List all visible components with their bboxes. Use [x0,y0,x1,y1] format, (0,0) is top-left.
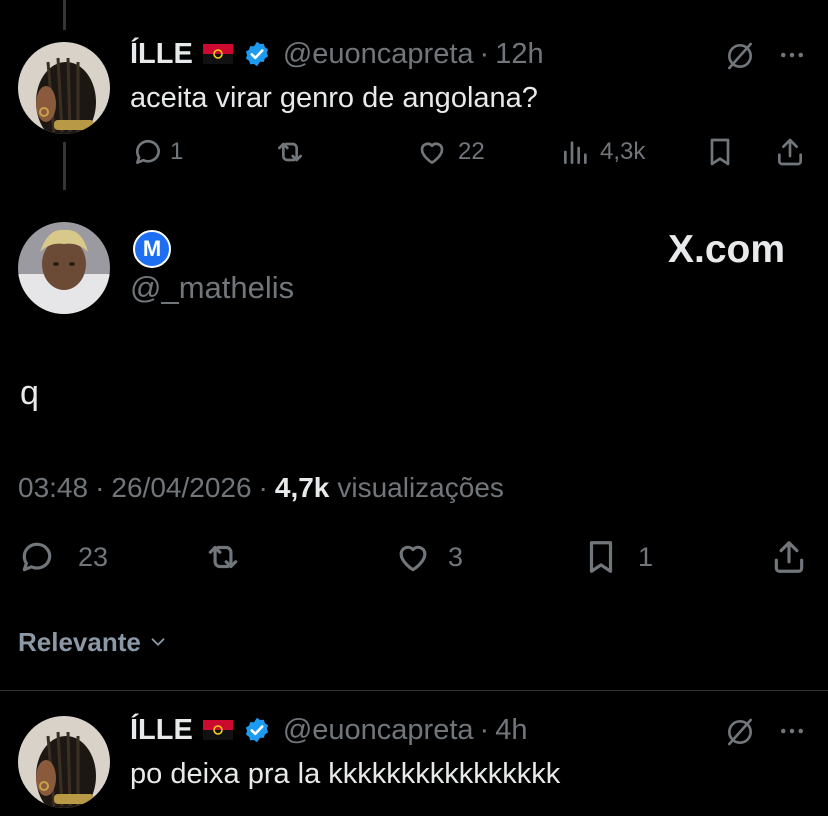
divider [0,690,828,691]
retweet-button[interactable] [204,538,242,576]
account-badge: M [133,230,171,268]
angola-flag-icon [202,720,233,740]
share-button[interactable] [770,538,808,576]
bookmark-button[interactable] [704,136,736,168]
verified-icon [245,717,268,743]
avatar-image [18,42,110,134]
chevron-down-icon [151,638,165,646]
views-button[interactable]: 4,3k [560,136,645,168]
separator-dot: · [479,713,490,746]
views-count: 4,3k [600,138,646,165]
tweet-time[interactable]: 03:48 [18,472,88,504]
author-name[interactable]: ÍLLE [130,38,193,71]
like-icon [420,142,444,164]
author-handle[interactable]: @euoncapreta [283,38,474,71]
sort-dropdown[interactable]: Relevante [18,624,169,660]
more-icon[interactable] [776,40,808,70]
angola-flag-icon [202,44,233,64]
avatar[interactable] [18,716,110,808]
tweet-text: po deixa pra la kkkkkkkkkkkkkkkk [130,758,561,790]
tweet-time[interactable]: 4h [495,714,527,747]
retweet-icon [278,142,302,162]
tweet-text: aceita virar genro de angolana? [130,82,538,114]
like-icon [399,545,427,572]
reply-count: 23 [78,541,109,572]
bookmark-icon [589,541,613,573]
bookmark-count: 1 [638,541,654,572]
avatar-image [18,222,110,314]
thread-line-bottom [63,142,66,190]
author-name[interactable]: ÍLLE [130,714,193,747]
reply-button[interactable]: 23 [18,538,108,576]
badge-letter: M [142,236,162,261]
like-button[interactable]: 22 [416,136,485,168]
separator-dot: · [479,37,490,70]
grok-icon[interactable] [722,716,758,748]
separator-dot: · [95,472,105,503]
x-com-watermark: X.com [668,228,786,271]
avatar-image [18,716,110,808]
tweet1-header: ÍLLE @euoncapreta · 12h [130,36,544,72]
reply-count: 1 [170,138,184,165]
reply-icon [135,139,160,164]
bookmark-button[interactable]: 1 [582,538,653,576]
avatar[interactable] [18,42,110,134]
views-icon [564,141,587,164]
tweet-date[interactable]: 26/04/2026 [111,472,251,504]
author-handle[interactable]: @euoncapreta [283,714,474,747]
like-count: 3 [448,541,464,572]
views-label: visualizações [337,472,504,503]
tweet-time[interactable]: 12h [495,38,543,71]
main-handle[interactable]: @_mathelis [130,270,294,306]
share-button[interactable] [774,136,806,168]
verified-icon [245,41,268,67]
tweet2-header: ÍLLE @euoncapreta · 4h [130,712,527,748]
like-count: 22 [458,138,485,165]
bookmark-icon [710,138,730,166]
reply-icon [22,542,52,572]
retweet-icon [208,545,238,569]
main-tweet-text: q [20,374,39,412]
separator-dot: · [258,472,268,503]
like-button[interactable]: 3 [394,538,463,576]
main-avatar[interactable] [18,222,110,314]
retweet-button[interactable] [274,136,306,168]
tweet-meta: 03:48 · 26/04/2026 · 4,7k visualizações [18,470,504,506]
sort-label: Relevante [18,626,141,657]
views-count: 4,7k [274,472,330,503]
share-icon [778,138,802,166]
grok-icon[interactable] [722,40,758,72]
reply-button[interactable]: 1 [132,136,183,168]
more-icon[interactable] [776,716,808,746]
share-icon [774,541,804,573]
thread-line-top [63,0,66,30]
